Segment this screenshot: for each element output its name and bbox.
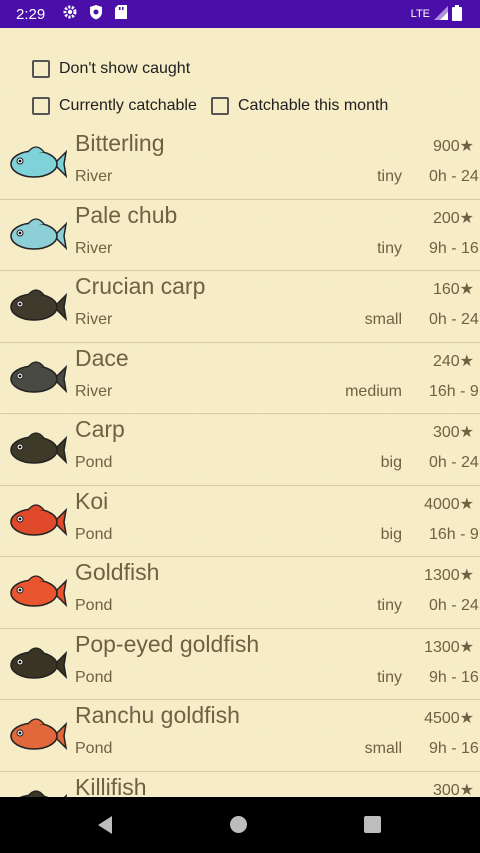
recents-icon[interactable] xyxy=(364,816,381,833)
fish-name: Killifish xyxy=(75,773,147,798)
koi-icon xyxy=(6,494,68,550)
currently-catchable-filter[interactable]: Currently catchable xyxy=(32,97,197,115)
carp-icon xyxy=(6,422,68,478)
dont-show-caught-checkbox[interactable] xyxy=(32,60,50,78)
fish-name: Pop-eyed goldfish xyxy=(75,630,260,657)
fish-price: 300★ xyxy=(432,424,474,441)
fish-list: Bitterling 900★ River tiny 0h - 24h Pale… xyxy=(0,128,480,797)
fish-location: Pond xyxy=(75,597,113,614)
fish-name: Crucian carp xyxy=(75,273,206,299)
fish-location: Pond xyxy=(75,740,113,757)
fish-size: tiny xyxy=(377,668,402,686)
goldfish-icon xyxy=(6,565,68,621)
currently-catchable-checkbox[interactable] xyxy=(32,97,50,115)
fish-size: small xyxy=(364,740,402,757)
fish-row[interactable]: Dace 240★ River medium 16h - 9h xyxy=(0,343,480,414)
gear-icon xyxy=(62,4,78,25)
fish-name: Dace xyxy=(75,344,129,371)
catchable-this-month-checkbox[interactable] xyxy=(211,97,229,115)
fish-row[interactable]: Crucian carp 160★ River small 0h - 24h xyxy=(0,271,480,343)
fish-size: tiny xyxy=(377,168,402,185)
fish-row[interactable]: Pale chub 200★ River tiny 9h - 16h xyxy=(0,200,480,271)
pale-chub-icon xyxy=(6,208,68,264)
status-time: 2:29 xyxy=(16,5,46,23)
fish-price: 300★ xyxy=(432,781,474,798)
back-icon[interactable] xyxy=(96,815,114,840)
network-type: LTE xyxy=(410,8,430,20)
crucian-carp-icon xyxy=(6,279,68,335)
catchable-this-month-label: Catchable this month xyxy=(238,97,389,114)
fish-location: Pond xyxy=(75,525,113,543)
fish-price: 160★ xyxy=(432,281,474,298)
fish-price: 4000★ xyxy=(424,495,474,513)
ranchu-goldfish-icon xyxy=(6,708,68,764)
fish-location: Pond xyxy=(75,454,113,471)
fish-location: River xyxy=(75,168,113,185)
fish-row[interactable]: Goldfish 1300★ Pond tiny 0h - 24h xyxy=(0,557,480,629)
fish-size: medium xyxy=(345,382,402,400)
fish-size: big xyxy=(380,525,402,543)
fish-hours: 9h - 16h xyxy=(429,740,480,757)
dont-show-caught-label: Don't show caught xyxy=(59,60,191,77)
fish-size: small xyxy=(364,311,402,328)
fish-name: Pale chub xyxy=(75,201,178,228)
fish-row[interactable]: Carp 300★ Pond big 0h - 24h xyxy=(0,414,480,486)
fish-price: 240★ xyxy=(432,352,474,370)
pop-eyed-goldfish-icon xyxy=(6,637,68,693)
fish-size: tiny xyxy=(377,239,402,257)
fish-row[interactable]: Koi 4000★ Pond big 16h - 9h xyxy=(0,486,480,557)
fish-hours: 16h - 9h xyxy=(429,382,480,400)
fish-location: River xyxy=(75,382,113,400)
fish-hours: 9h - 16h xyxy=(429,239,480,257)
fish-hours: 16h - 9h xyxy=(429,525,480,543)
fish-name: Ranchu goldfish xyxy=(75,702,240,728)
killifish-icon xyxy=(6,780,68,797)
navigation-bar xyxy=(0,797,480,853)
fish-location: Pond xyxy=(75,668,113,686)
fish-hours: 9h - 16h xyxy=(429,668,480,686)
signal-icon xyxy=(434,5,448,23)
fish-name: Koi xyxy=(75,487,109,514)
fish-name: Goldfish xyxy=(75,559,160,585)
fish-size: big xyxy=(380,454,402,471)
fish-hours: 0h - 24h xyxy=(429,168,480,185)
fish-row[interactable]: Bitterling 900★ River tiny 0h - 24h xyxy=(0,128,480,200)
fish-hours: 0h - 24h xyxy=(429,311,480,328)
sd-card-icon xyxy=(114,4,128,25)
home-icon[interactable] xyxy=(230,816,247,833)
dace-icon xyxy=(6,351,68,407)
status-bar: 2:29 LTE xyxy=(0,0,480,28)
fish-hours: 0h - 24h xyxy=(429,454,480,471)
fish-price: 200★ xyxy=(432,209,474,227)
fish-row[interactable]: Pop-eyed goldfish 1300★ Pond tiny 9h - 1… xyxy=(0,629,480,700)
fish-price: 900★ xyxy=(432,138,474,155)
currently-catchable-label: Currently catchable xyxy=(59,97,197,114)
fish-list-screen: Don't show caught Currently catchable Ca… xyxy=(0,28,480,797)
shield-icon xyxy=(88,4,104,25)
fish-price: 1300★ xyxy=(424,567,474,584)
fish-price: 4500★ xyxy=(424,710,474,727)
fish-size: tiny xyxy=(377,597,402,614)
fish-row[interactable]: Ranchu goldfish 4500★ Pond small 9h - 16… xyxy=(0,700,480,772)
fish-price: 1300★ xyxy=(424,638,474,656)
fish-location: River xyxy=(75,239,113,257)
catchable-this-month-filter[interactable]: Catchable this month xyxy=(211,97,388,115)
fish-hours: 0h - 24h xyxy=(429,597,480,614)
dont-show-caught-filter[interactable]: Don't show caught xyxy=(32,60,190,78)
fish-name: Bitterling xyxy=(75,130,165,156)
battery-icon xyxy=(452,4,462,24)
fish-name: Carp xyxy=(75,416,125,442)
fish-row[interactable]: Killifish 300★ xyxy=(0,772,480,798)
bitterling-icon xyxy=(6,136,68,192)
fish-location: River xyxy=(75,311,113,328)
